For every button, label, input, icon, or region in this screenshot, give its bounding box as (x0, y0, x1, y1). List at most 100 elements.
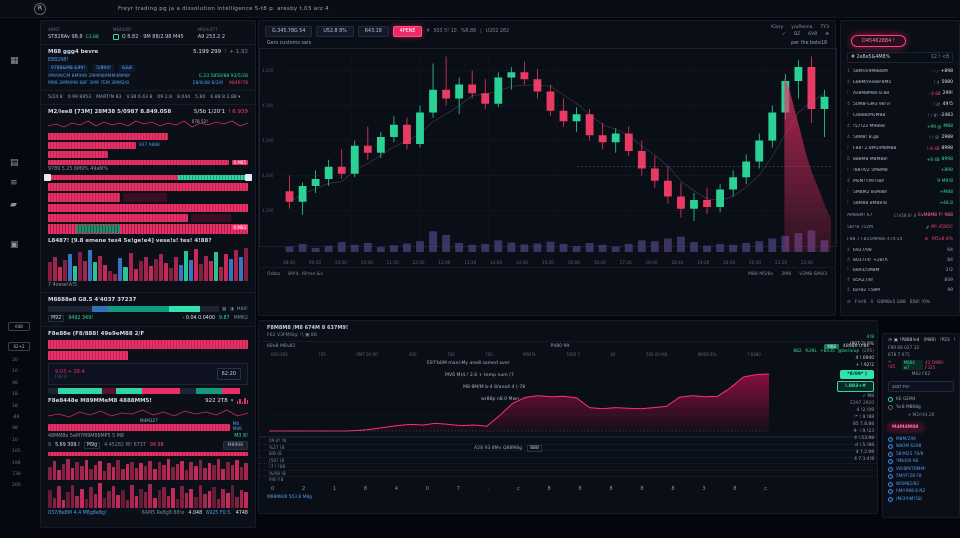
stat-tab[interactable]: 8.044 (177, 95, 190, 100)
market-link[interactable]: 5M//F!28 F8 (888, 474, 954, 479)
x-axis-tick: 14:00 (490, 260, 502, 265)
watchlist-row[interactable]: !58M88 8M88!8+48.8 (847, 198, 953, 209)
option-toggle-0[interactable]: KE GEM4 (888, 397, 954, 402)
market-link[interactable]: N8OM 6298 (888, 444, 954, 449)
rail-pill-0[interactable]: 648 (8, 322, 30, 331)
values-row: 95.69 309.!M9g4.45282 f8! 673798.98M8998 (48, 441, 248, 450)
summary-row[interactable]: 485A27/8!849 (847, 275, 953, 285)
limit-button[interactable]: !.883+# (837, 381, 874, 392)
option-toggle-1[interactable]: %r8 M8K8g (888, 405, 954, 410)
stat-tab[interactable]: 5/24 8 (48, 95, 63, 100)
market-link[interactable]: V8!8M/78MM! (888, 467, 954, 472)
mini-button[interactable]: M8998 (223, 441, 248, 450)
chart-footer-item[interactable]: Oslba (267, 272, 280, 277)
timer-icon[interactable]: ◔ (888, 338, 892, 343)
buy-sell-ratio-bar[interactable] (44, 174, 252, 181)
section-divider (41, 326, 255, 327)
link-chip[interactable]: 5/894! (93, 65, 114, 72)
market-link[interactable]: /M/3!hM!58/ (888, 497, 954, 502)
timeframe-button[interactable]: R43.18 (358, 26, 389, 37)
progress-icon[interactable]: ◨ (229, 307, 233, 312)
summary-row[interactable]: 46927/9864 (847, 245, 953, 255)
app-logo[interactable]: R (34, 3, 46, 15)
ratio-handle-left[interactable] (44, 174, 51, 181)
progress-icon[interactable]: ▦ (222, 307, 226, 312)
highlight-badge[interactable]: M4M4M88 (888, 424, 923, 431)
toolbar-link[interactable]: y/uPanna (791, 25, 812, 30)
layers-icon[interactable]: ≡ (10, 178, 18, 188)
watchlist-row[interactable]: 4!57!22 M9888+99 @M88 (847, 121, 953, 132)
stat-tab[interactable]: MART!N 83 (96, 95, 121, 100)
order-row-value[interactable]: 4 !.53.98 (854, 436, 874, 441)
amount-input[interactable] (888, 381, 954, 392)
order-row-value[interactable]: !* !.9.!88 (854, 415, 874, 420)
timeframe-button[interactable]: 4PENE (393, 26, 423, 37)
row-index: ! (847, 168, 851, 173)
ratio-handle-right[interactable] (245, 174, 252, 181)
sparkline: M4M327 (48, 407, 248, 420)
gear-icon[interactable]: ⊛ (825, 32, 829, 37)
order-row-value[interactable]: 4 7.3.4!8 (854, 457, 874, 462)
indicator-icon[interactable]: BZ (794, 32, 800, 37)
watchlist-row[interactable]: 4MvM!!!M!F88!9 M9!8 (847, 176, 953, 187)
order-row-value[interactable]: 9- !.9.!23 (854, 429, 874, 434)
chart-icon[interactable]: ▤ (10, 158, 19, 168)
grid-icon[interactable]: ▣ (894, 338, 898, 343)
timeframe-button[interactable]: U52.8 8% (316, 26, 353, 37)
market-link[interactable]: 58!M25 79/8 (888, 452, 954, 457)
watchlist-row[interactable]: 6888M8 M8M88!+8 488998 (847, 154, 953, 165)
watchlist-row[interactable]: 450M8-GM3 98!v!! 4!49!5 (847, 99, 953, 110)
value-text[interactable]: 6925 F0.5. (206, 511, 232, 516)
rail-pill-1[interactable]: 62+2 (8, 342, 30, 351)
exposure-link[interactable]: E88298! (48, 58, 248, 63)
link-chip[interactable]: 9788&M8 &99! (48, 65, 88, 72)
toolbar-link[interactable]: TY3 (820, 25, 829, 30)
market-link[interactable]: hM/!988 8.N2 (888, 489, 954, 494)
bottom-left-label[interactable]: M88M8/8 503.8 M8g (259, 492, 877, 500)
watchlist-row[interactable]: !!88!A/2 5M8M8+898 (847, 165, 953, 176)
wallet-icon[interactable]: ▰ (10, 200, 17, 210)
watchlist-row[interactable]: 158M/4/9M888M- !.!+898 (847, 66, 953, 77)
add-link[interactable]: + M2/r44.26 (888, 413, 954, 418)
hist-bar (135, 468, 139, 480)
stat-tab[interactable]: 6.88 8 2.88 ▾ (210, 95, 240, 100)
watchlist-row[interactable]: !Av8M8M8e 8.88- 8 88299! (847, 88, 953, 99)
dashboard-pill-button[interactable]: D45462884 ! (851, 35, 906, 47)
watchlist-row[interactable]: !F88! 2.8M5/M8M88!-8 488998 (847, 143, 953, 154)
stat-tab[interactable]: V.38 0.43 8 (126, 95, 152, 100)
section-caption: 48MM8e 5eM7M9M88MP5 5 M8M3 8! (48, 434, 248, 439)
summary-row[interactable]: !b893/5M8M3!2 (847, 265, 953, 275)
order-row-value[interactable]: 85 7.8.88 (853, 422, 874, 427)
order-row-value[interactable]: 4 7.2.98 (856, 450, 874, 455)
market-link[interactable]: W5M82/82 (888, 482, 954, 487)
x-axis-tick: 21:20 (775, 260, 787, 265)
buy-button[interactable]: *8/09* ) (840, 370, 874, 379)
watchlist-row[interactable]: !C8888/MvM88! ! 8!-2483 (847, 110, 953, 121)
link-chip[interactable]: &&8 (119, 65, 135, 72)
progress-icon[interactable]: M88! (237, 307, 248, 312)
watchlist-row[interactable]: 458M8! 8.g8! ! 8!2988 (847, 132, 953, 143)
summary-row[interactable]: 48037F4! +28!A84 (847, 255, 953, 265)
watchlist-row[interactable]: !5M8M2 8vM88!+M88 (847, 187, 953, 198)
order-row-value[interactable]: 4 !2.!09 (857, 408, 875, 413)
timeframe-button[interactable]: G.345.78G 54 (265, 26, 312, 37)
toolbar-link[interactable]: !Gory (770, 25, 783, 30)
stat-tab[interactable]: 5.80 (195, 95, 205, 100)
hist-bar (180, 461, 184, 480)
check-icon[interactable]: ✓ (782, 32, 786, 37)
overlay-icon[interactable]: 6V8 (808, 32, 817, 37)
stat-tab[interactable]: 09 2.8 (157, 95, 172, 100)
stat-tab[interactable]: 0.99 8953 (68, 95, 91, 100)
apps-icon[interactable]: ▣ (10, 240, 19, 250)
order-row-value[interactable]: d !.5.!88 (855, 443, 874, 448)
qr-icon[interactable]: ▦ (10, 56, 19, 66)
value-text[interactable]: 037/8e8M 4.4 M8g8e8g! (48, 511, 107, 516)
chart-footer-item[interactable]: 89!4. /8!me &v (288, 272, 323, 277)
crest-label: C!e58 8! 4 (894, 213, 916, 218)
market-link[interactable]: M8M/298 (888, 437, 954, 442)
summary-row[interactable]: 4be!82 T58M99 (847, 285, 953, 295)
candlestick-chart[interactable]: 4,4204,3804,3404,3004,260 (259, 48, 837, 260)
market-link[interactable]: !Mb4/8 A8 (888, 459, 954, 464)
confirm-check[interactable]: ✓ M8 (862, 394, 874, 399)
watchlist-row[interactable]: 4E88M/me88!8M5! 45980 (847, 77, 953, 88)
